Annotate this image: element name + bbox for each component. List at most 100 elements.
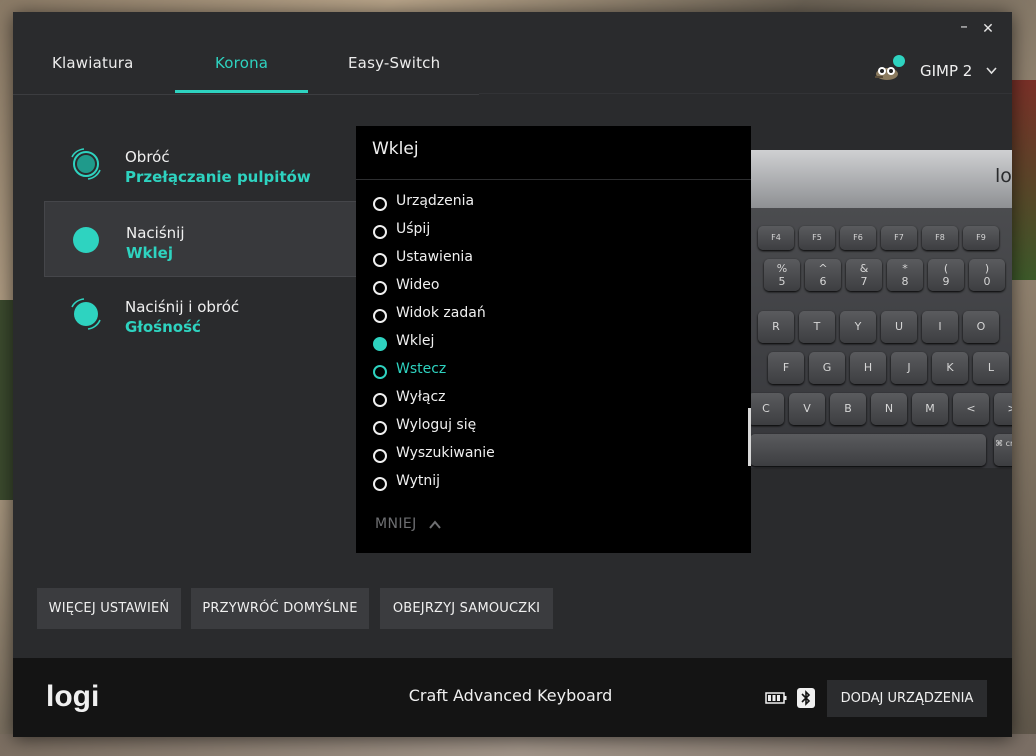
logitech-options-window: – ✕ Klawiatura Korona Easy-Switch GIMP 2… (13, 12, 1012, 737)
key-g: G (809, 352, 845, 384)
close-button[interactable]: ✕ (977, 18, 999, 40)
key-h: H (850, 352, 886, 384)
gimp-mascot-icon (875, 55, 905, 80)
option-label: Wstecz (396, 361, 447, 377)
crown-press-turn-icon (71, 298, 101, 330)
background-floor (0, 734, 1036, 756)
key-label: 8 (901, 275, 909, 288)
option-label: Wyloguj się (396, 417, 477, 433)
key-shift-label: ) (984, 262, 990, 275)
keyboard-preview: lo F4 F5 F6 F7 F8 F9 % 5 ^ 6 & 7 * 8 (9 ) 0 R… (748, 150, 1012, 474)
key-label: 5 (778, 275, 786, 288)
chevron-down-icon (986, 67, 997, 75)
option-label: Urządzenia (396, 193, 475, 209)
key-j: J (891, 352, 927, 384)
crown-action-turn[interactable]: Obróć Przełączanie pulpitów (44, 126, 356, 200)
option-urzadzenia[interactable]: Urządzenia (373, 192, 733, 216)
option-wylacz[interactable]: Wyłącz (373, 388, 733, 412)
radio-icon (373, 309, 387, 323)
key-m: M (912, 393, 948, 425)
option-widok-zadan[interactable]: Widok zadań (373, 304, 733, 328)
add-device-button[interactable]: DODAJ URZĄDZENIA (827, 680, 987, 717)
background-flowers (1012, 80, 1036, 280)
dropdown-divider (356, 179, 751, 180)
keyboard-top-bar: lo (748, 150, 1012, 208)
radio-icon (373, 281, 387, 295)
radio-icon (373, 197, 387, 211)
key-f5: F5 (799, 226, 835, 250)
option-label: Ustawienia (396, 249, 473, 265)
key-n: N (871, 393, 907, 425)
key-shift-label: % (776, 262, 788, 275)
key-i: I (922, 311, 958, 343)
logi-logo: logi (46, 680, 98, 713)
keyboard-keys: F4 F5 F6 F7 F8 F9 % 5 ^ 6 & 7 * 8 (9 ) 0 R T … (748, 208, 1012, 468)
option-wklej[interactable]: Wklej (373, 332, 733, 356)
option-label: Wyszukiwanie (396, 445, 495, 461)
radio-icon (373, 225, 387, 239)
tab-klawiatura[interactable]: Klawiatura (52, 54, 134, 72)
radio-icon (373, 477, 387, 491)
key-shift-label: ( (943, 262, 949, 275)
dropdown-title: Wklej (372, 139, 419, 159)
active-tab-indicator (175, 90, 308, 93)
crown-action-value: Głośność (125, 318, 201, 336)
key-label: 0 (983, 275, 991, 288)
key-v: V (789, 393, 825, 425)
key-b: B (830, 393, 866, 425)
watch-tutorials-button[interactable]: OBEJRZYJ SAMOUCZKI (380, 588, 553, 629)
key-u: U (881, 311, 917, 343)
option-label: Wideo (396, 277, 440, 293)
key-label: 6 (819, 275, 827, 288)
key-9: (9 (928, 259, 964, 291)
option-label: Wytnij (396, 473, 441, 489)
option-label: Wklej (396, 333, 435, 349)
crown-action-value: Przełączanie pulpitów (125, 168, 311, 186)
option-label: Uśpij (396, 221, 431, 237)
key-k: K (932, 352, 968, 384)
key-o: O (963, 311, 999, 343)
crown-action-press-turn[interactable]: Naciśnij i obróć Głośność (44, 276, 356, 350)
key-r: R (758, 311, 794, 343)
show-less-label: MNIEJ (375, 516, 417, 532)
option-wyszukiwanie[interactable]: Wyszukiwanie (373, 444, 733, 468)
more-settings-button[interactable]: WIĘCEJ USTAWIEŃ (37, 588, 181, 629)
restore-defaults-button[interactable]: PRZYWRÓĆ DOMYŚLNE (191, 588, 369, 629)
key-space (750, 434, 986, 466)
key-comma: < (953, 393, 989, 425)
option-ustawienia[interactable]: Ustawienia (373, 248, 733, 272)
tab-korona[interactable]: Korona (215, 54, 268, 72)
keyboard-logo: lo (995, 165, 1012, 187)
option-uspij[interactable]: Uśpij (373, 220, 733, 244)
key-shift-label: * (902, 262, 908, 275)
option-wideo[interactable]: Wideo (373, 276, 733, 300)
background-foliage (0, 300, 14, 500)
crown-action-value: Wklej (126, 244, 173, 262)
radio-icon (373, 365, 387, 379)
key-f6: F6 (840, 226, 876, 250)
dropdown-scrollbar[interactable] (748, 408, 751, 466)
key-period: > (994, 393, 1012, 425)
key-l: L (973, 352, 1009, 384)
crown-press-icon (73, 227, 99, 253)
crown-action-press[interactable]: Naciśnij Wklej (44, 201, 358, 277)
key-7: & 7 (846, 259, 882, 291)
option-wstecz[interactable]: Wstecz (373, 360, 733, 384)
key-f9: F9 (963, 226, 999, 250)
app-name: GIMP 2 (920, 62, 973, 80)
bluetooth-icon (797, 688, 815, 708)
option-wyloguj-sie[interactable]: Wyloguj się (373, 416, 733, 440)
device-tabs: Klawiatura Korona Easy-Switch (13, 12, 479, 95)
key-6: ^ 6 (805, 259, 841, 291)
app-selector[interactable]: GIMP 2 (873, 52, 1003, 88)
show-less-button[interactable]: MNIEJ (375, 516, 441, 532)
option-wytnij[interactable]: Wytnij (373, 472, 733, 496)
crown-action-title: Naciśnij (126, 224, 185, 242)
device-name: Craft Advanced Keyboard (408, 686, 613, 705)
key-shift-label: ^ (818, 262, 828, 275)
key-c: C (748, 393, 784, 425)
key-f8: F8 (922, 226, 958, 250)
tab-easy-switch[interactable]: Easy-Switch (348, 54, 440, 72)
minimize-button[interactable]: – (953, 15, 975, 37)
key-f7: F7 (881, 226, 917, 250)
